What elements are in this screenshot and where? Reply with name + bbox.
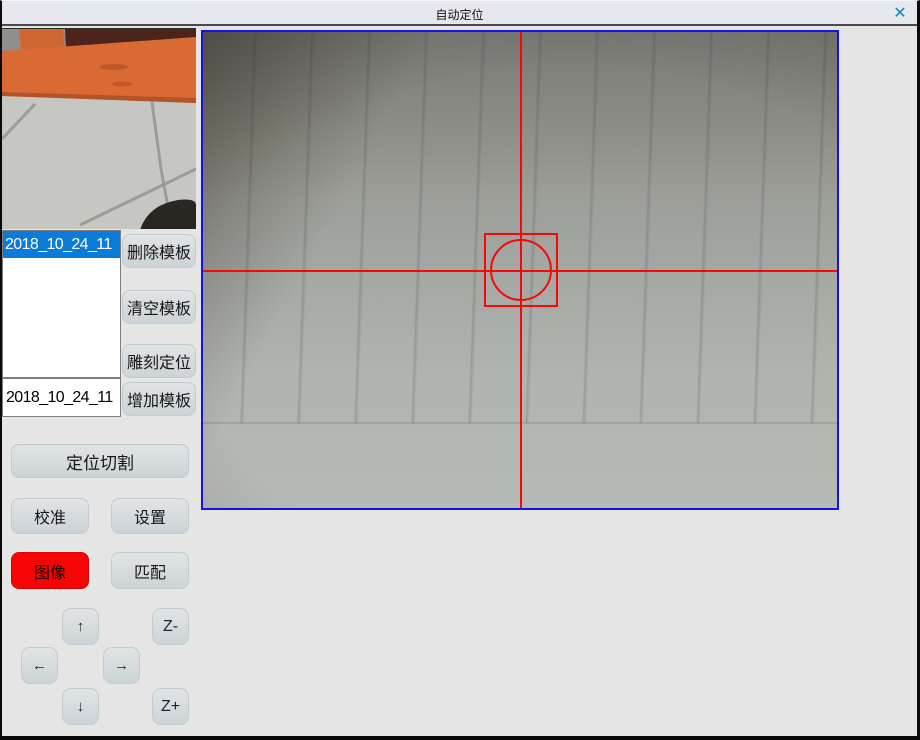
- add-template-button[interactable]: 增加模板: [122, 382, 196, 416]
- window-title: 自动定位: [2, 6, 917, 23]
- camera-view: [201, 30, 839, 510]
- image-button[interactable]: 图像: [11, 552, 89, 589]
- z-minus-button[interactable]: Z-: [152, 608, 189, 645]
- calibrate-button[interactable]: 校准: [11, 498, 89, 534]
- template-thumbnail: [2, 28, 196, 229]
- engrave-position-button[interactable]: 雕刻定位: [122, 344, 196, 378]
- position-cut-button[interactable]: 定位切割: [11, 444, 189, 478]
- titlebar: 自动定位 ✕: [2, 1, 917, 26]
- close-icon[interactable]: ✕: [890, 4, 910, 24]
- delete-template-button[interactable]: 删除模板: [122, 234, 196, 268]
- thumbnail-image: [2, 29, 196, 229]
- jog-right-button[interactable]: →: [103, 647, 140, 684]
- template-name-input[interactable]: [2, 378, 121, 417]
- jog-up-button[interactable]: ↑: [62, 608, 99, 645]
- clear-templates-button[interactable]: 清空模板: [122, 290, 196, 324]
- template-list[interactable]: 2018_10_24_11: [2, 230, 121, 378]
- jog-down-button[interactable]: ↓: [62, 688, 99, 725]
- auto-position-window: 自动定位 ✕ 2018_10_24_11 删除模板 清空模板: [0, 0, 920, 740]
- settings-button[interactable]: 设置: [111, 498, 189, 534]
- match-button[interactable]: 匹配: [111, 552, 189, 589]
- jog-left-button[interactable]: ←: [21, 647, 58, 684]
- z-plus-button[interactable]: Z+: [152, 688, 189, 725]
- match-region-circle: [490, 239, 552, 301]
- template-list-item-selected[interactable]: 2018_10_24_11: [3, 231, 120, 258]
